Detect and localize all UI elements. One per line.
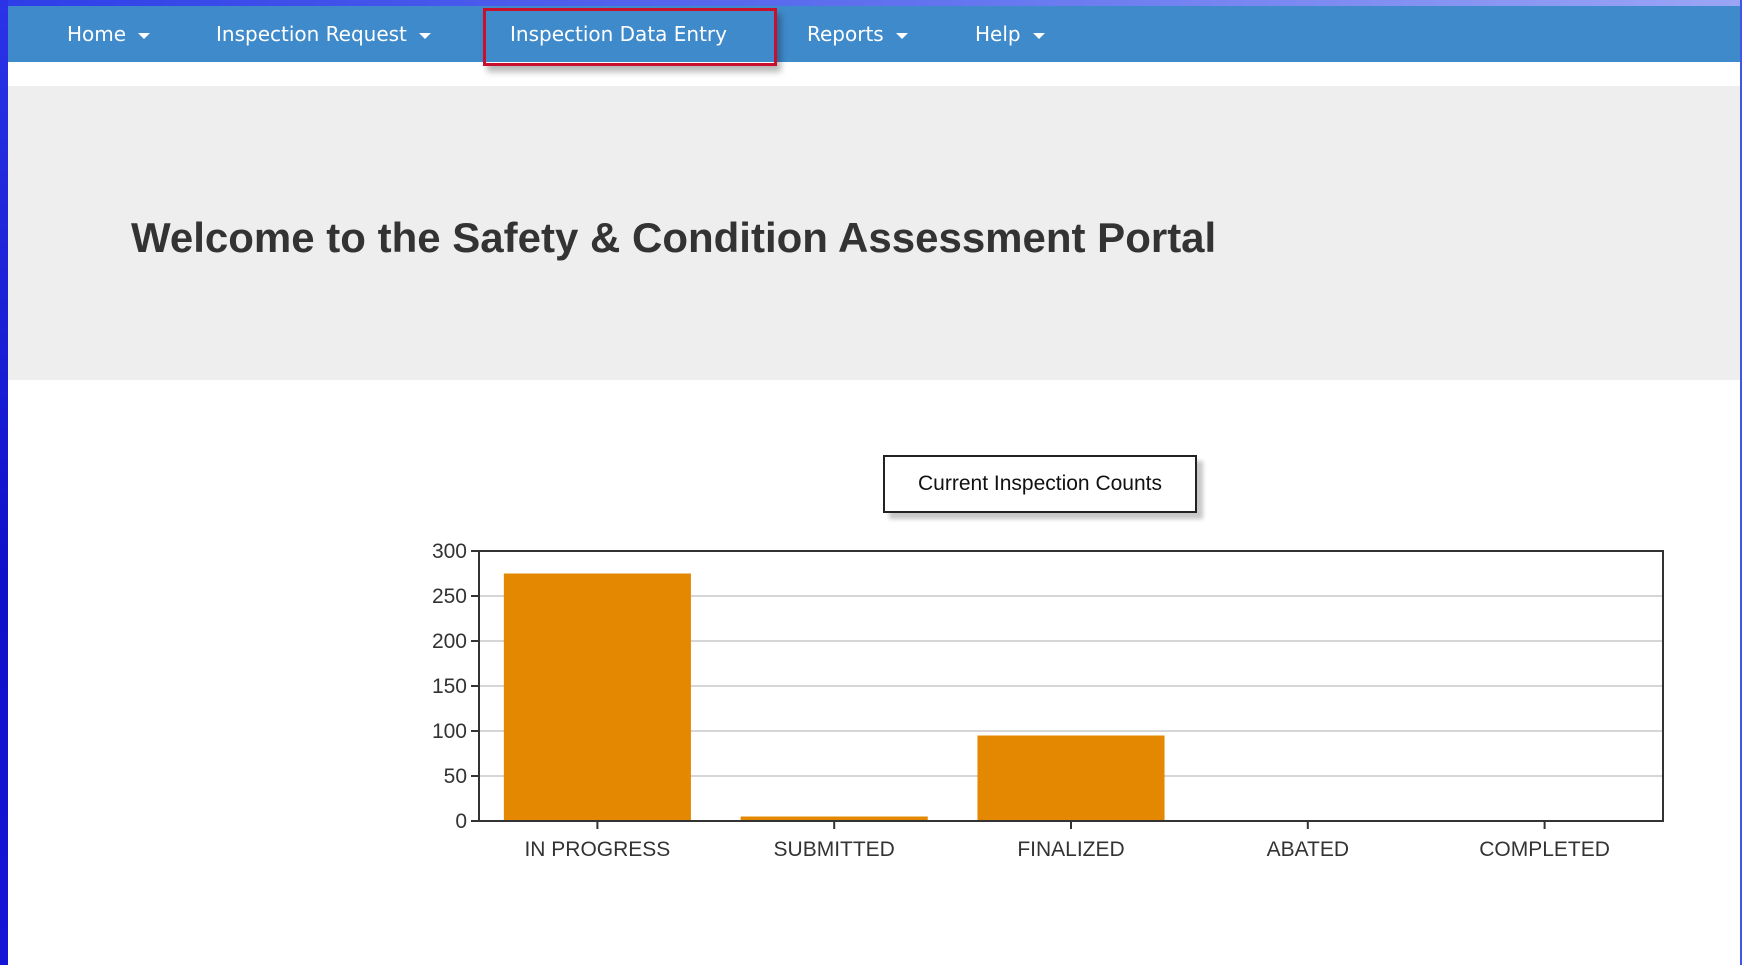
chart-title-text: Current Inspection Counts (918, 472, 1162, 495)
y-tick-label: 300 (432, 540, 467, 563)
y-tick-label: 50 (444, 765, 467, 788)
page: Home Inspection Request Inspection Data … (8, 6, 1740, 965)
y-tick-label: 250 (432, 585, 467, 608)
y-tick-label: 0 (455, 810, 467, 833)
x-tick-label: FINALIZED (1017, 838, 1124, 861)
bar (503, 573, 691, 821)
x-tick-label: ABATED (1267, 838, 1349, 861)
bar (977, 735, 1165, 821)
y-tick-label: 100 (432, 720, 467, 743)
x-tick-label: IN PROGRESS (524, 838, 670, 861)
y-tick-label: 150 (432, 675, 467, 698)
y-tick-label: 200 (432, 630, 467, 653)
x-tick-label: COMPLETED (1479, 838, 1610, 861)
frame-left-edge (0, 0, 8, 965)
inspection-counts-chart: 0 50 100 150 200 250 300 IN PROGRESS SUBMITTED FI… (432, 540, 1664, 861)
chart-title: Current Inspection Counts (883, 455, 1197, 513)
x-tick-label: SUBMITTED (774, 838, 895, 861)
